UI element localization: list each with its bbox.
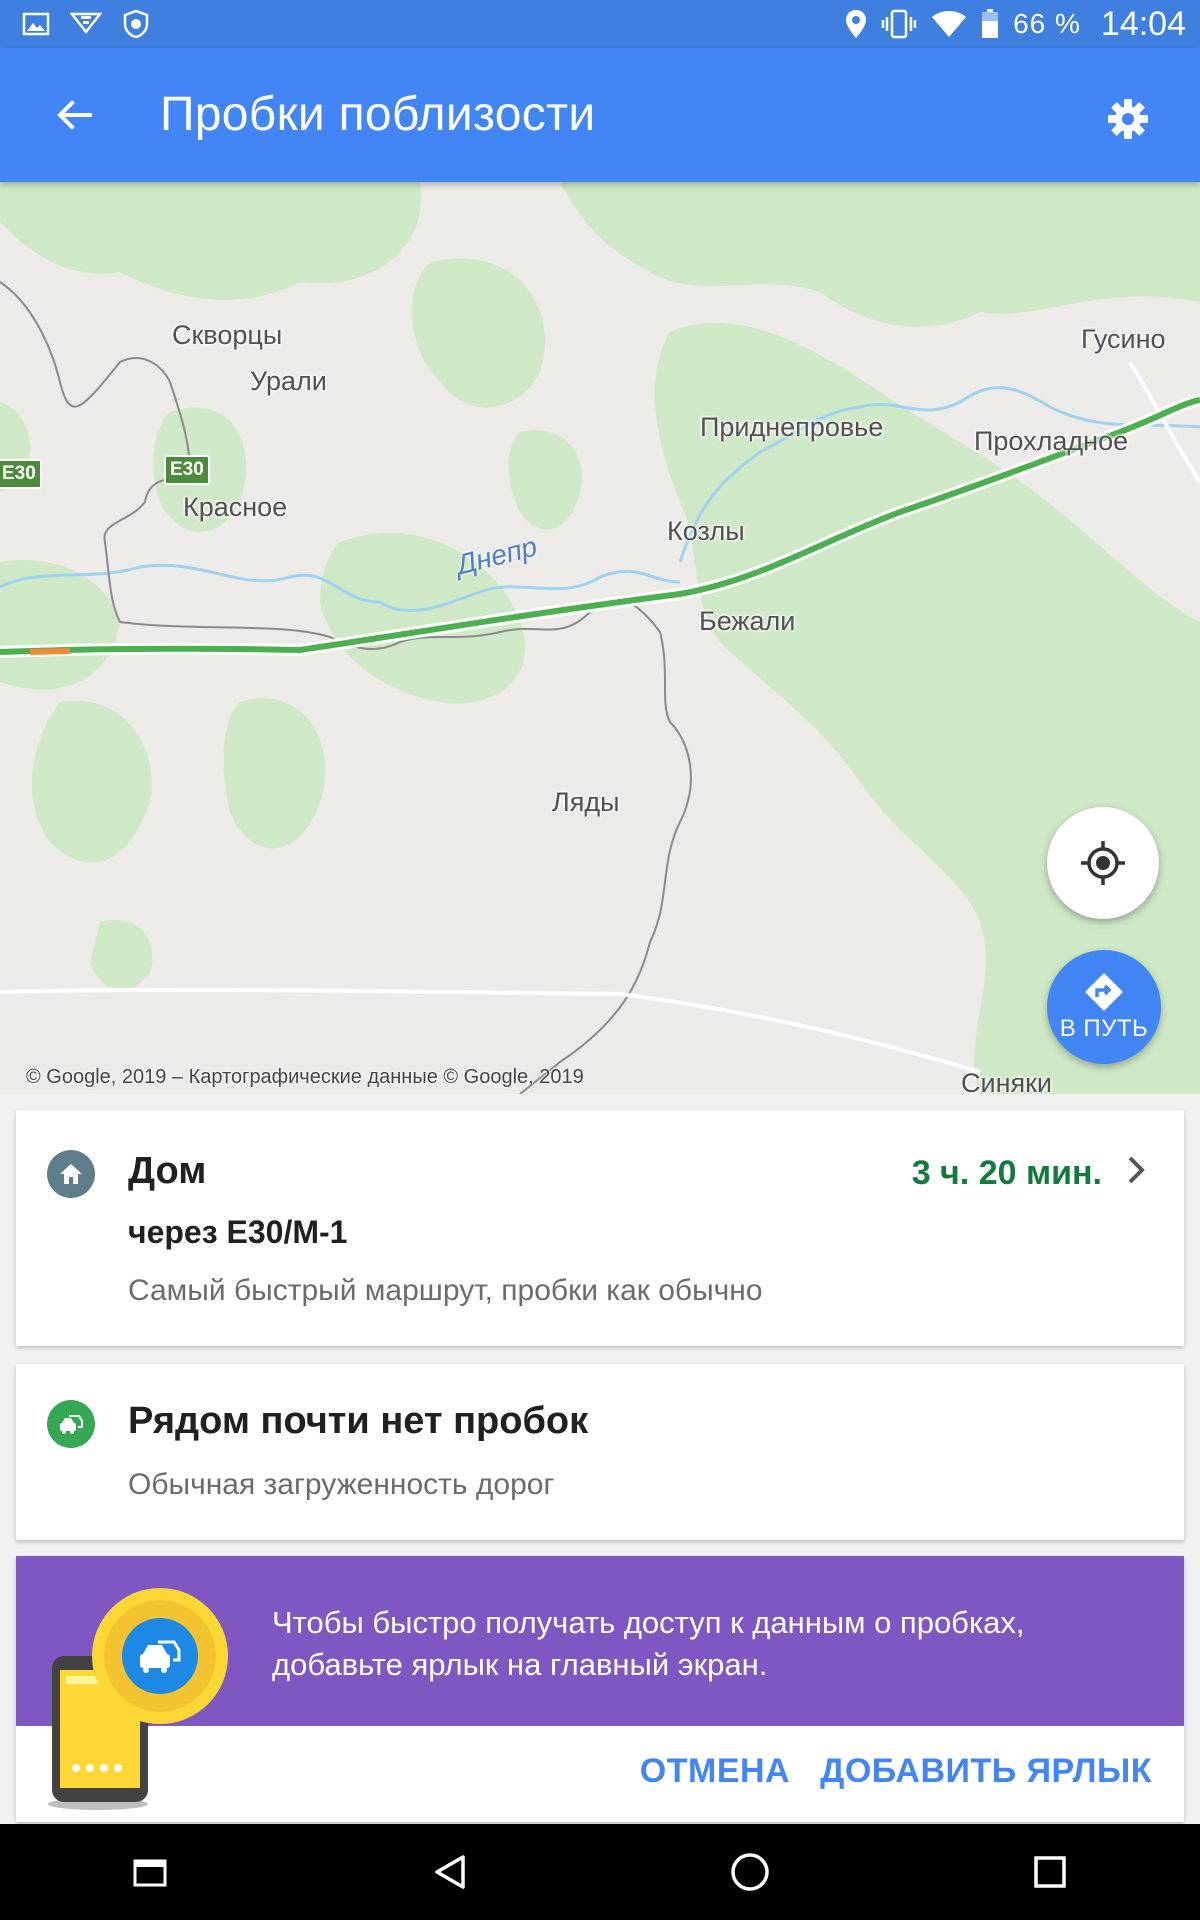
wifi-icon xyxy=(932,11,967,37)
place-label: Прохладное xyxy=(974,426,1129,456)
traffic-map[interactable]: Скворцы Урали Красное Приднепровье Гусин… xyxy=(0,182,1200,1094)
battery-percent: 66 % xyxy=(1013,8,1081,39)
overview-square-icon xyxy=(1034,1856,1066,1888)
nav-back-button[interactable] xyxy=(420,1842,480,1902)
place-label: Приднепровье xyxy=(700,412,884,442)
place-label: Красное xyxy=(183,492,288,522)
back-triangle-icon xyxy=(435,1855,465,1889)
nav-home-button[interactable] xyxy=(720,1842,780,1902)
route-description: Самый быстрый маршрут, пробки как обычно xyxy=(128,1274,763,1307)
system-nav-bar xyxy=(0,1824,1200,1920)
back-button[interactable] xyxy=(44,85,104,145)
gear-icon xyxy=(1108,99,1148,139)
travel-duration: 3 ч. 20 мин. xyxy=(911,1154,1102,1192)
route-via: через E30/M-1 xyxy=(128,1214,348,1250)
arrow-back-icon xyxy=(57,100,92,130)
place-label: Урали xyxy=(250,366,327,396)
traffic-title: Рядом почти нет пробок xyxy=(128,1400,589,1442)
directions-label: В ПУТЬ xyxy=(1059,1015,1149,1042)
traffic-status-card: Рядом почти нет пробок Обычная загруженн… xyxy=(16,1364,1184,1540)
my-location-button[interactable] xyxy=(1047,807,1159,919)
add-shortcut-promo: Чтобы быстро получать доступ к данным о … xyxy=(16,1556,1184,1822)
place-label: Синяки xyxy=(961,1068,1053,1094)
image-icon xyxy=(22,12,50,36)
road-shield: E30 xyxy=(0,459,42,489)
directions-icon xyxy=(1085,973,1123,1011)
wifi-download-icon xyxy=(70,12,102,35)
vibrate-icon xyxy=(881,9,917,39)
clock: 14:04 xyxy=(1100,4,1186,43)
nav-overview-button[interactable] xyxy=(1020,1842,1080,1902)
crosshair-icon xyxy=(1081,841,1125,885)
cancel-button[interactable]: ОТМЕНА xyxy=(640,1752,790,1791)
phone-shortcut-illustration-icon xyxy=(48,1588,228,1810)
map-canvas xyxy=(0,182,1200,1094)
recents-button[interactable] xyxy=(120,1842,180,1902)
traffic-description: Обычная загруженность дорог xyxy=(128,1468,555,1501)
place-label: Козлы xyxy=(667,516,745,546)
settings-button[interactable] xyxy=(1100,91,1156,147)
shield-app-icon xyxy=(123,9,149,39)
map-copyright: © Google, 2019 – Картографические данные… xyxy=(26,1066,584,1088)
home-circle-icon xyxy=(731,1853,769,1891)
page-title: Пробки поблизости xyxy=(160,88,596,141)
promo-text: Чтобы быстро получать доступ к данным о … xyxy=(272,1605,1025,1682)
traffic-cars-icon xyxy=(47,1400,95,1448)
home-icon xyxy=(47,1150,95,1198)
app-toolbar: Пробки поблизости xyxy=(0,48,1200,182)
place-label: Скворцы xyxy=(172,320,283,350)
road-shield: E30 xyxy=(164,455,210,485)
chevron-right-icon xyxy=(1128,1156,1145,1184)
recents-icon xyxy=(133,1859,167,1887)
location-icon xyxy=(846,10,867,38)
place-label: Гусино xyxy=(1081,324,1166,354)
home-title: Дом xyxy=(128,1150,207,1192)
battery-icon xyxy=(982,9,999,38)
home-route-card[interactable]: Дом 3 ч. 20 мин. через E30/M-1 Самый быс… xyxy=(16,1110,1184,1346)
place-label: Ляды xyxy=(552,787,620,817)
add-shortcut-button[interactable]: ДОБАВИТЬ ЯРЛЫК xyxy=(820,1752,1152,1791)
directions-button[interactable]: В ПУТЬ xyxy=(1047,950,1161,1064)
place-label: Бежали xyxy=(699,606,796,636)
status-bar: 66 % 14:04 xyxy=(0,0,1200,48)
